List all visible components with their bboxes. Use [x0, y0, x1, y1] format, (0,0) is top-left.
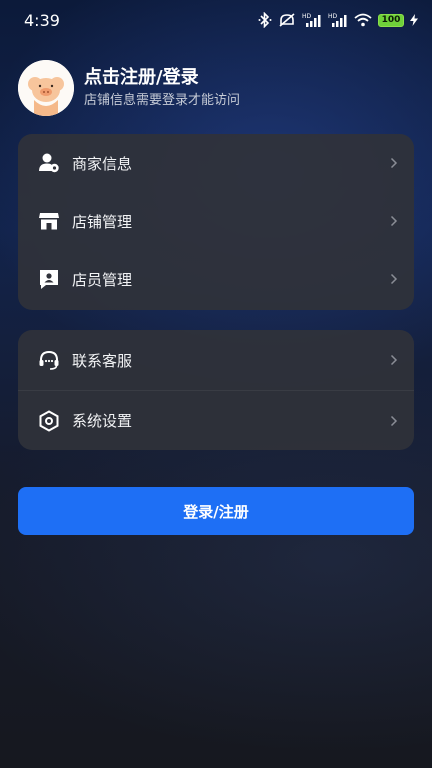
menu-item-staff-management[interactable]: 店员管理	[18, 250, 414, 308]
chevron-right-icon	[388, 214, 400, 228]
chevron-right-icon	[388, 353, 400, 367]
merchant-user-icon	[38, 152, 60, 174]
menu-item-merchant-info[interactable]: 商家信息	[18, 134, 414, 192]
login-subtitle: 店铺信息需要登录才能访问	[84, 92, 241, 108]
settings-hexagon-icon	[38, 409, 60, 432]
menu-card-store: 商家信息 店铺管理 店员管理	[18, 134, 414, 310]
status-bar: 4:39 HD HD 100	[0, 0, 432, 40]
login-title[interactable]: 点击注册/登录	[84, 66, 240, 90]
charging-icon	[410, 14, 418, 26]
svg-text:HD: HD	[302, 13, 312, 20]
headset-icon	[38, 349, 60, 371]
mute-icon	[278, 12, 296, 28]
staff-card-icon	[38, 268, 60, 290]
chevron-right-icon	[388, 272, 400, 286]
chevron-right-icon	[388, 156, 400, 170]
menu-item-label: 店员管理	[72, 270, 133, 289]
menu-item-store-management[interactable]: 店铺管理	[18, 192, 414, 250]
menu-item-label: 联系客服	[72, 351, 133, 370]
battery-icon: 100	[378, 13, 404, 27]
menu-card-support: 联系客服 系统设置	[18, 330, 414, 450]
login-header[interactable]: 点击注册/登录 店铺信息需要登录才能访问	[18, 60, 418, 116]
menu-item-label: 系统设置	[72, 412, 133, 430]
menu-item-contact-support[interactable]: 联系客服	[18, 330, 414, 390]
chevron-right-icon	[388, 414, 400, 428]
login-register-button[interactable]: 登录/注册	[18, 487, 414, 535]
wifi-icon	[354, 13, 372, 27]
pig-avatar-icon[interactable]	[18, 60, 74, 116]
hd-signal-icon: HD	[328, 12, 348, 28]
status-icons: HD HD 100	[258, 12, 418, 28]
status-time: 4:39	[24, 10, 60, 30]
menu-item-label: 店铺管理	[72, 212, 133, 231]
menu-item-label: 商家信息	[72, 154, 133, 173]
store-icon	[38, 210, 60, 232]
svg-text:HD: HD	[328, 13, 338, 20]
bluetooth-icon	[258, 12, 272, 28]
menu-item-system-settings[interactable]: 系统设置	[18, 390, 414, 450]
hd-signal-icon: HD	[302, 12, 322, 28]
